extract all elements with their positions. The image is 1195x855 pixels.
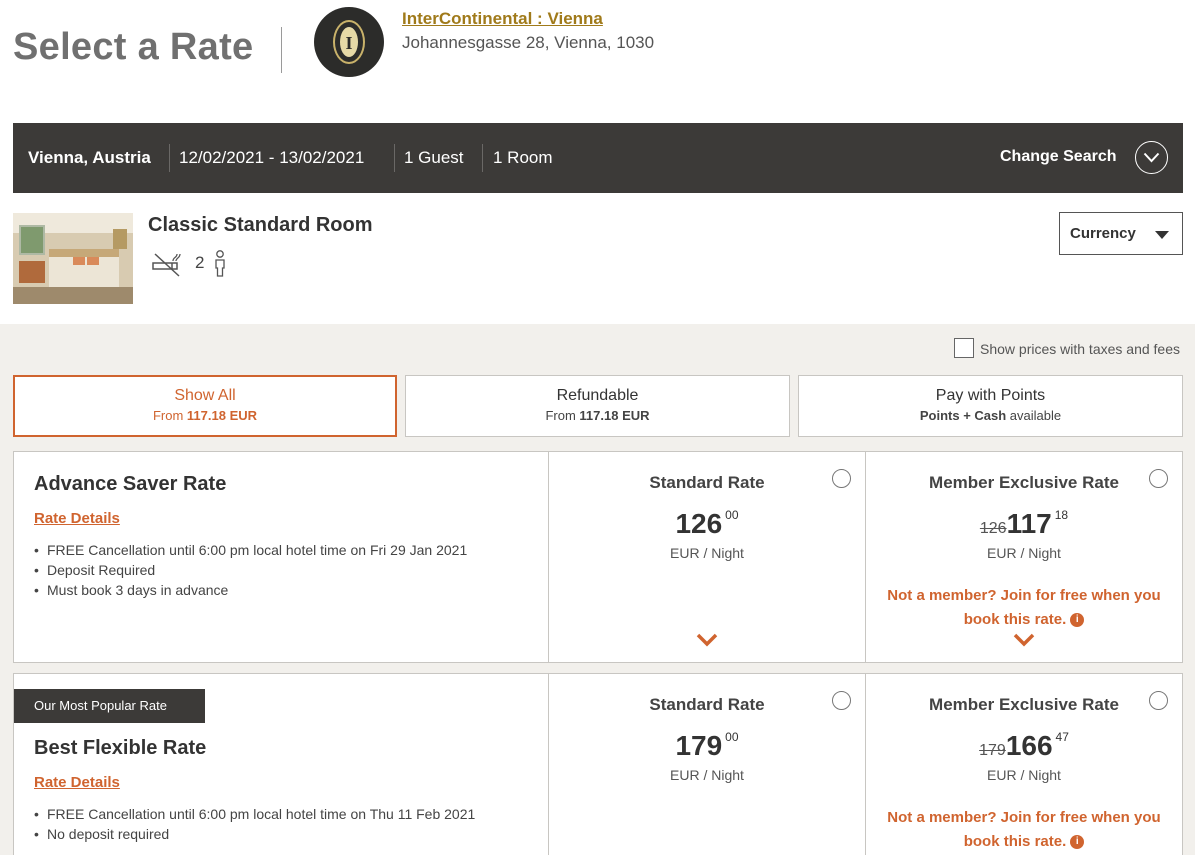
tab-title: Show All: [174, 387, 236, 404]
chevron-down-icon[interactable]: [696, 633, 718, 647]
info-icon[interactable]: i: [1070, 835, 1085, 849]
currency-label: Currency: [1070, 225, 1136, 242]
join-member-note: Not a member? Join for free when you boo…: [887, 587, 1161, 628]
currency-dropdown[interactable]: Currency: [1059, 212, 1183, 255]
chevron-down-icon[interactable]: [1135, 141, 1168, 174]
hotel-logo: I: [314, 7, 384, 77]
no-smoking-icon: [151, 251, 183, 282]
hotel-logo-letter: I: [345, 33, 353, 53]
max-guests-count: 2: [195, 253, 205, 272]
member-rate-option[interactable]: Member Exclusive Rate 126117 18 EUR / Nig…: [866, 452, 1182, 662]
member-rate-radio[interactable]: [1149, 691, 1168, 710]
list-item: Must book 3 days in advance: [34, 580, 467, 600]
tab-subtitle: Points + Cash available: [919, 408, 1062, 423]
list-item: FREE Cancellation until 6:00 pm local ho…: [34, 804, 475, 824]
show-taxes-label: Show prices with taxes and fees: [980, 341, 1180, 357]
chevron-down-icon[interactable]: [1013, 633, 1035, 647]
standard-rate-price: 179 00: [675, 730, 739, 761]
tab-title: Pay with Points: [935, 387, 1046, 404]
room-name: Classic Standard Room: [148, 214, 373, 236]
popular-rate-badge: Our Most Popular Rate: [14, 689, 205, 723]
rate-conditions-list: FREE Cancellation until 6:00 pm local ho…: [34, 804, 475, 844]
change-search-button[interactable]: Change Search: [1000, 148, 1116, 166]
rate-details-link[interactable]: Rate Details: [34, 774, 120, 791]
search-rooms: 1 Room: [493, 148, 553, 167]
rate-conditions-list: FREE Cancellation until 6:00 pm local ho…: [34, 540, 467, 600]
price-unit: EUR / Night: [987, 545, 1061, 561]
price-unit: EUR / Night: [670, 767, 744, 783]
search-location: Vienna, Austria: [28, 148, 151, 167]
hotel-name-link[interactable]: InterContinental : Vienna: [402, 9, 603, 29]
price-unit: EUR / Night: [987, 767, 1061, 783]
divider: [169, 144, 170, 172]
tab-subtitle: From 117.18 EUR: [545, 408, 650, 423]
tab-title: Refundable: [556, 387, 639, 404]
member-rate-price: 179166 47: [979, 730, 1069, 761]
info-icon[interactable]: i: [1070, 613, 1085, 627]
rate-card-advance-saver: Advance Saver Rate Rate Details FREE Can…: [13, 451, 1183, 663]
member-rate-label: Member Exclusive Rate: [929, 695, 1119, 714]
caret-down-icon: [1155, 231, 1169, 239]
divider: [482, 144, 483, 172]
rate-details-link[interactable]: Rate Details: [34, 510, 120, 527]
room-photo[interactable]: [13, 213, 133, 304]
list-item: FREE Cancellation until 6:00 pm local ho…: [34, 540, 467, 560]
hotel-address: Johannesgasse 28, Vienna, 1030: [402, 33, 655, 52]
list-item: No deposit required: [34, 824, 475, 844]
tab-show-all[interactable]: Show All From 117.18 EUR: [13, 375, 397, 437]
divider: [394, 144, 395, 172]
page-header: Select a Rate I InterContinental : Vienn…: [0, 0, 1195, 123]
price-unit: EUR / Night: [670, 545, 744, 561]
person-icon: [213, 250, 227, 282]
member-rate-radio[interactable]: [1149, 469, 1168, 488]
tab-subtitle: From 117.18 EUR: [152, 408, 258, 423]
search-dates: 12/02/2021 - 13/02/2021: [179, 148, 365, 167]
search-guests: 1 Guest: [404, 148, 464, 167]
checkbox-box[interactable]: [954, 338, 974, 358]
standard-rate-price: 126 00: [675, 508, 739, 539]
standard-rate-radio[interactable]: [832, 469, 851, 488]
member-rate-label: Member Exclusive Rate: [929, 473, 1119, 492]
standard-rate-label: Standard Rate: [649, 473, 765, 492]
rate-title: Best Flexible Rate: [34, 737, 207, 759]
join-member-note: Not a member? Join for free when you boo…: [887, 809, 1161, 850]
standard-rate-option[interactable]: Standard Rate 126 00 EUR / Night: [549, 452, 865, 662]
list-item: Deposit Required: [34, 560, 467, 580]
page-title: Select a Rate: [13, 26, 254, 68]
standard-rate-label: Standard Rate: [649, 695, 765, 714]
member-rate-option[interactable]: Member Exclusive Rate 179166 47 EUR / Nig…: [866, 674, 1182, 855]
standard-rate-option[interactable]: Standard Rate 179 00 EUR / Night: [549, 674, 865, 855]
member-rate-price: 126117 18: [979, 508, 1069, 539]
rate-card-best-flexible: Our Most Popular Rate Best Flexible Rate…: [13, 673, 1183, 855]
tab-pay-with-points[interactable]: Pay with Points Points + Cash available: [798, 375, 1183, 437]
tab-refundable[interactable]: Refundable From 117.18 EUR: [405, 375, 790, 437]
rate-title: Advance Saver Rate: [34, 473, 227, 495]
standard-rate-radio[interactable]: [832, 691, 851, 710]
search-summary-bar: Vienna, Austria 12/02/2021 - 13/02/2021 …: [13, 123, 1183, 193]
title-divider: [281, 27, 282, 73]
